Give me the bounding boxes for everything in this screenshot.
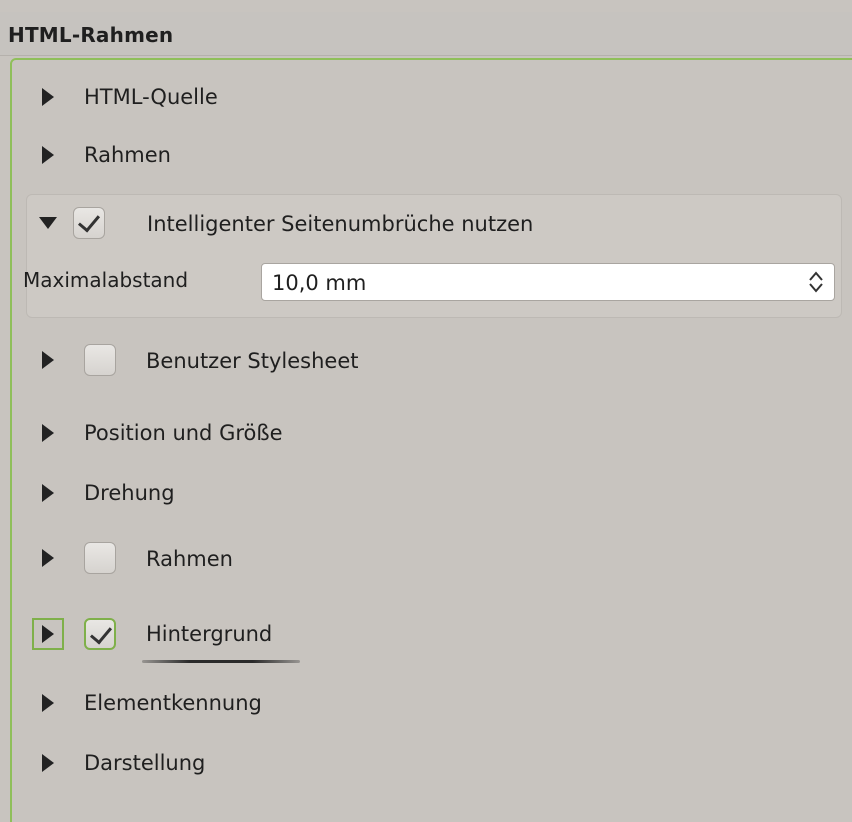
expand-arrow-icon[interactable] <box>42 754 54 772</box>
group-smart-page-breaks: Intelligenter Seitenumbrüche nutzen Maxi… <box>23 194 842 318</box>
section-label: Position und Größe <box>84 421 283 445</box>
focus-underline <box>142 660 300 663</box>
section-background[interactable]: Hintergrund <box>12 610 852 660</box>
section-frame[interactable]: Rahmen <box>12 132 852 182</box>
expand-arrow-icon[interactable] <box>42 549 54 567</box>
frame-checkbox[interactable] <box>84 542 116 574</box>
section-label: Drehung <box>84 481 175 505</box>
user-stylesheet-checkbox[interactable] <box>84 344 116 376</box>
expand-arrow-icon[interactable] <box>42 146 54 164</box>
section-frame-checkable[interactable]: Rahmen <box>12 534 852 584</box>
section-html-source[interactable]: HTML-Quelle <box>12 74 852 124</box>
spin-updown-icon[interactable] <box>808 270 824 294</box>
section-label: Rahmen <box>84 143 171 167</box>
background-checkbox[interactable] <box>84 618 116 650</box>
section-label: HTML-Quelle <box>84 85 218 109</box>
expand-arrow-icon[interactable] <box>42 88 54 106</box>
expand-arrow-icon[interactable] <box>42 424 54 442</box>
section-label: Elementkennung <box>84 691 262 715</box>
smart-breaks-label: Intelligenter Seitenumbrüche nutzen <box>147 212 534 236</box>
section-rotation[interactable]: Drehung <box>12 470 852 520</box>
section-rendering[interactable]: Darstellung <box>12 740 852 790</box>
section-item-id[interactable]: Elementkennung <box>12 680 852 730</box>
section-label: Rahmen <box>146 547 233 571</box>
max-distance-spinbox[interactable]: 10,0 mm <box>261 263 835 301</box>
collapse-arrow-icon[interactable] <box>39 217 57 229</box>
section-label: Benutzer Stylesheet <box>146 349 359 373</box>
section-position-size[interactable]: Position und Größe <box>12 410 852 460</box>
expand-arrow-icon[interactable] <box>42 484 54 502</box>
panel-title: HTML-Rahmen <box>8 23 174 47</box>
properties-panel: HTML-Quelle Rahmen Intelligenter Seitenu… <box>10 58 852 822</box>
max-distance-label: Maximalabstand <box>23 268 189 292</box>
section-label: Darstellung <box>84 751 206 775</box>
panel-header: HTML-Rahmen <box>0 12 852 56</box>
section-label: Hintergrund <box>146 622 273 646</box>
max-distance-value: 10,0 mm <box>272 271 367 295</box>
expand-arrow-icon[interactable] <box>42 351 54 369</box>
smart-breaks-checkbox[interactable] <box>73 207 105 239</box>
section-user-stylesheet[interactable]: Benutzer Stylesheet <box>12 336 852 386</box>
expand-arrow-icon[interactable] <box>42 694 54 712</box>
expand-arrow-icon[interactable] <box>42 625 54 643</box>
